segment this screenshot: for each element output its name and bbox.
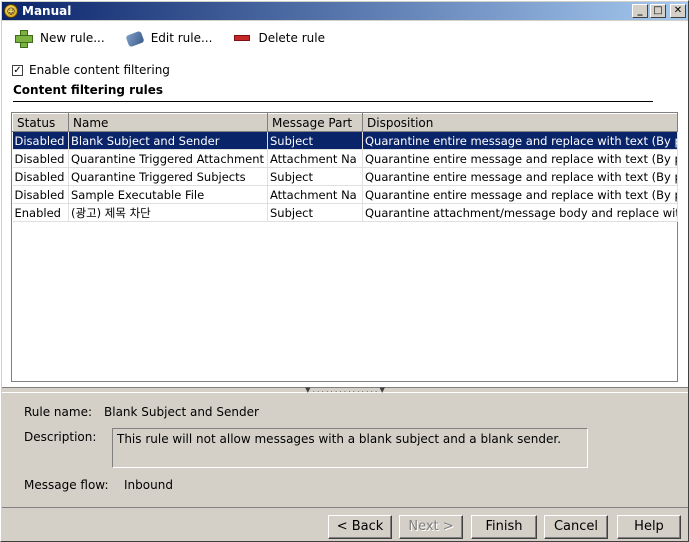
cell-status: Enabled xyxy=(12,203,69,222)
message-flow-label: Message flow: xyxy=(24,478,109,492)
rules-list[interactable]: Status Name Message Part Disposition Dis… xyxy=(11,112,678,382)
cell-disposition: Quarantine entire message and replace wi… xyxy=(362,185,678,204)
rule-name-value: Blank Subject and Sender xyxy=(104,405,259,419)
maximize-button[interactable]: □ xyxy=(650,4,666,18)
cell-status: Disabled xyxy=(12,167,69,186)
cell-name: Blank Subject and Sender xyxy=(68,131,268,150)
wizard-footer: < Back Next > Finish Cancel Help xyxy=(2,507,688,541)
cell-disposition: Quarantine entire message and replace wi… xyxy=(362,149,678,168)
next-button[interactable]: Next > xyxy=(399,515,463,539)
column-header-message-part[interactable]: Message Part xyxy=(267,113,363,132)
panel-splitter[interactable]: ▼ . . . . . . . . . . . . . . . ▼ xyxy=(2,387,688,394)
cell-status: Disabled xyxy=(12,149,69,168)
table-row[interactable]: Disabled Quarantine Triggered Subjects S… xyxy=(12,167,678,186)
main-panel: New rule... Edit rule... Delete rule ✓ E… xyxy=(2,21,688,387)
column-header-name[interactable]: Name xyxy=(68,113,268,132)
plus-icon xyxy=(14,29,33,48)
table-row[interactable]: Enabled (광고) 제목 차단 Subject Quarantine at… xyxy=(12,203,678,222)
wizard-window: ☺ Manual _ □ ✕ New rule... Edit rule... … xyxy=(0,0,689,542)
help-button[interactable]: Help xyxy=(617,515,681,539)
cell-disposition: Quarantine entire message and replace wi… xyxy=(362,131,678,150)
close-button[interactable]: ✕ xyxy=(670,4,686,18)
enable-filtering-checkbox[interactable]: ✓ xyxy=(12,64,23,76)
minimize-button[interactable]: _ xyxy=(632,4,648,18)
description-label: Description: xyxy=(24,430,97,444)
section-divider xyxy=(13,101,653,102)
rule-name-label: Rule name: xyxy=(24,405,93,419)
table-row[interactable]: Disabled Blank Subject and Sender Subjec… xyxy=(12,131,678,150)
new-rule-button[interactable]: New rule... xyxy=(14,29,105,48)
edit-rule-label: Edit rule... xyxy=(150,31,213,45)
delete-rule-label: Delete rule xyxy=(258,31,325,45)
edit-icon xyxy=(125,30,145,48)
cell-message-part: Subject xyxy=(267,203,363,222)
delete-icon xyxy=(234,35,251,41)
new-rule-label: New rule... xyxy=(40,31,105,45)
delete-rule-button[interactable]: Delete rule xyxy=(234,31,325,45)
cell-name: Sample Executable File xyxy=(68,185,268,204)
back-button[interactable]: < Back xyxy=(328,515,392,539)
cell-disposition: Quarantine entire message and replace wi… xyxy=(362,167,678,186)
title-bar: ☺ Manual _ □ ✕ xyxy=(2,2,688,20)
description-box: This rule will not allow messages with a… xyxy=(112,428,588,468)
cell-disposition: Quarantine attachment/message body and r… xyxy=(362,203,678,222)
table-header-row: Status Name Message Part Disposition xyxy=(12,113,678,132)
table-row[interactable]: Disabled Quarantine Triggered Attachment… xyxy=(12,149,678,168)
cell-message-part: Subject xyxy=(267,131,363,150)
edit-rule-button[interactable]: Edit rule... xyxy=(125,30,213,48)
section-title: Content filtering rules xyxy=(13,83,164,97)
finish-button[interactable]: Finish xyxy=(471,515,537,539)
enable-filtering-row: ✓ Enable content filtering xyxy=(12,63,170,77)
app-icon: ☺ xyxy=(4,4,18,18)
cell-message-part: Attachment Na xyxy=(267,149,363,168)
table-row[interactable]: Disabled Sample Executable File Attachme… xyxy=(12,185,678,204)
cell-message-part: Attachment Na xyxy=(267,185,363,204)
cell-message-part: Subject xyxy=(267,167,363,186)
column-header-disposition[interactable]: Disposition xyxy=(362,113,678,132)
rules-table: Status Name Message Part Disposition Dis… xyxy=(12,113,678,222)
rules-toolbar: New rule... Edit rule... Delete rule xyxy=(14,29,325,48)
cell-name: Quarantine Triggered Attachment xyxy=(68,149,268,168)
window-title: Manual xyxy=(22,4,72,18)
cancel-button[interactable]: Cancel xyxy=(544,515,608,539)
cell-status: Disabled xyxy=(12,185,69,204)
message-flow-value: Inbound xyxy=(124,478,173,492)
column-header-status[interactable]: Status xyxy=(12,113,69,132)
cell-name: Quarantine Triggered Subjects xyxy=(68,167,268,186)
cell-name: (광고) 제목 차단 xyxy=(68,203,268,222)
enable-filtering-label[interactable]: Enable content filtering xyxy=(29,63,170,77)
cell-status: Disabled xyxy=(12,131,69,150)
